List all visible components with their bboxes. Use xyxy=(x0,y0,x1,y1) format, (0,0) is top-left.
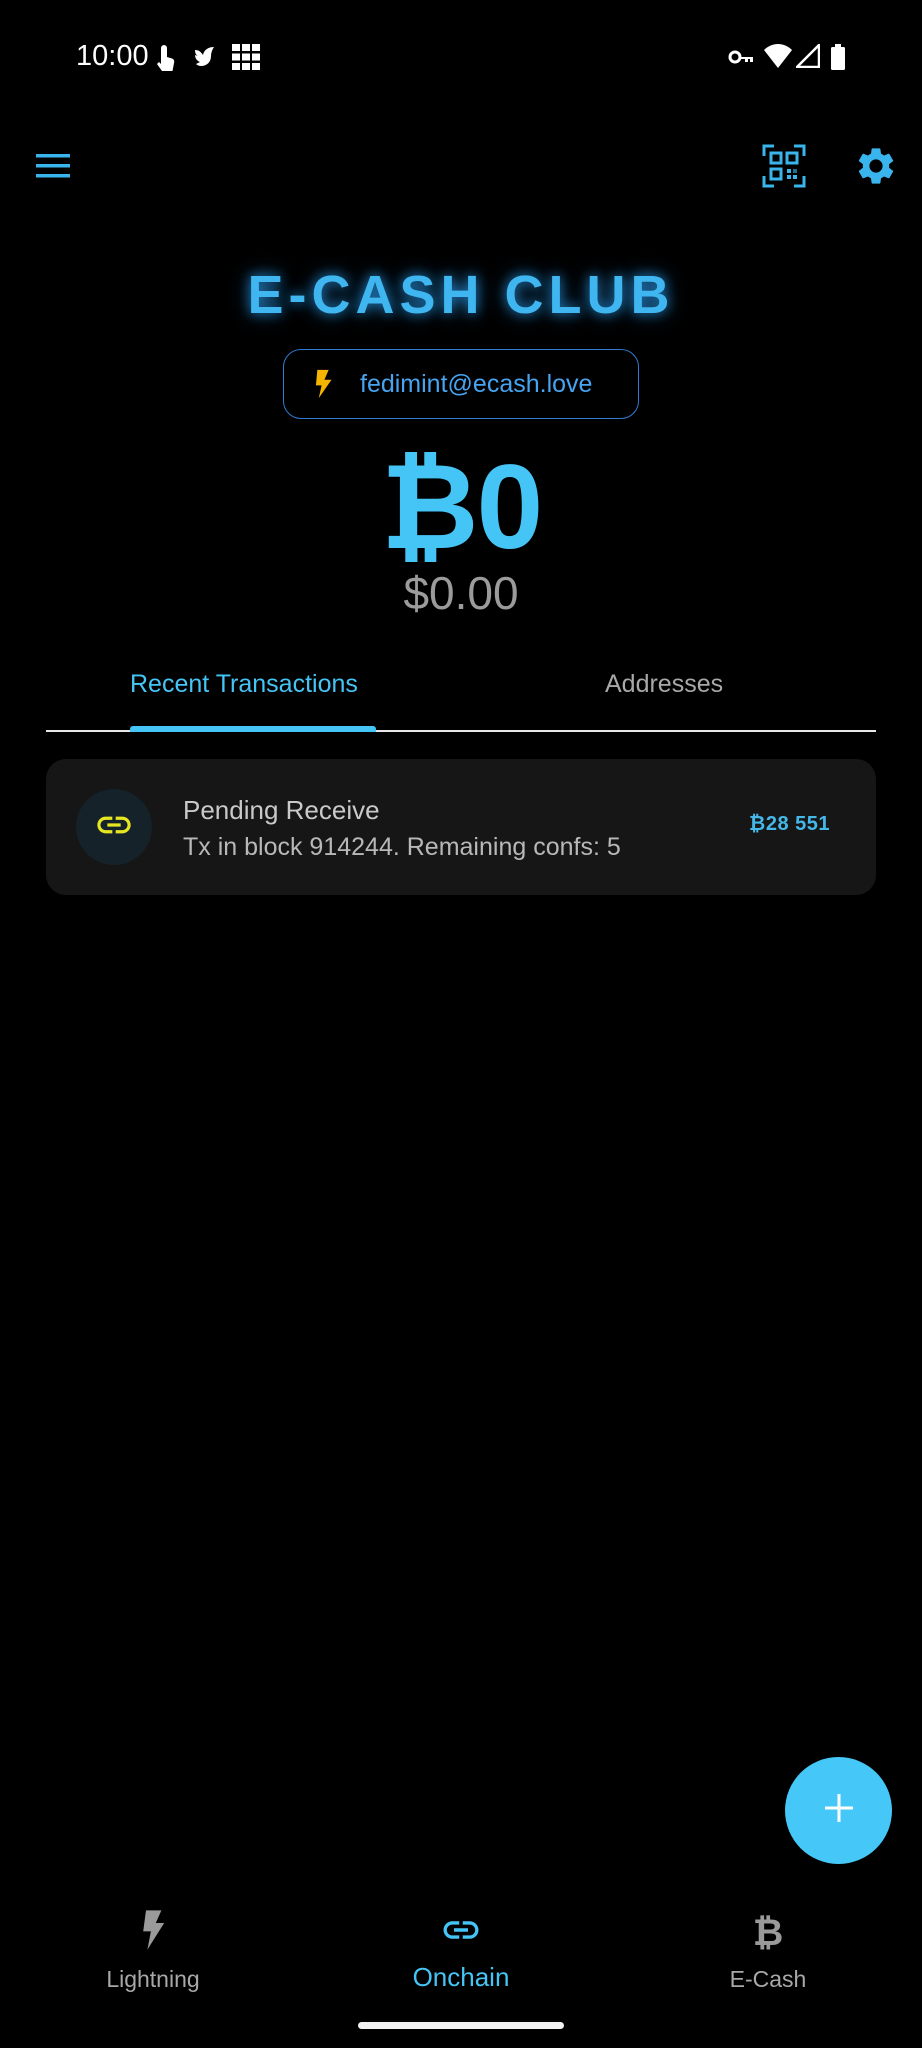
settings-button[interactable] xyxy=(854,144,898,188)
bolt-icon xyxy=(306,367,340,401)
lightning-address-button[interactable]: fedimint@ecash.love xyxy=(283,349,639,419)
wifi-icon xyxy=(764,44,792,73)
status-time: 10:00 xyxy=(76,40,149,72)
nav-onchain[interactable]: Onchain xyxy=(351,1880,571,1993)
active-tab-indicator xyxy=(130,726,376,732)
menu-icon xyxy=(30,154,76,190)
balance-fiat: $0.00 xyxy=(403,567,519,619)
battery-icon xyxy=(830,44,846,75)
tab-recent-transactions[interactable]: Recent Transactions xyxy=(130,670,358,699)
transaction-title: Pending Receive xyxy=(183,795,380,825)
plus-icon xyxy=(821,1790,857,1831)
link-icon xyxy=(440,1909,482,1956)
transaction-icon-badge xyxy=(76,789,152,865)
add-button[interactable] xyxy=(785,1757,892,1864)
transaction-subtitle: Tx in block 914244. Remaining confs: 5 xyxy=(183,833,621,861)
transaction-amount: ₿28 551 xyxy=(749,813,830,835)
link-icon xyxy=(94,805,134,850)
menu-button[interactable] xyxy=(30,146,76,186)
nav-onchain-label: Onchain xyxy=(412,1962,510,1992)
bolt-icon xyxy=(136,1909,170,1956)
grid-icon xyxy=(232,44,260,75)
touch-icon xyxy=(154,44,176,79)
nav-ecash-label: E-Cash xyxy=(729,1966,807,1992)
svg-text:₿: ₿ xyxy=(753,1911,783,1951)
nav-lightning-label: Lightning xyxy=(106,1966,200,1992)
bitcoin-icon: ₿ xyxy=(753,1910,784,1956)
bird-icon xyxy=(192,44,218,75)
transaction-row[interactable]: Pending Receive Tx in block 914244. Rema… xyxy=(46,759,876,895)
lightning-address: fedimint@ecash.love xyxy=(360,369,593,398)
settings-icon xyxy=(854,148,898,192)
home-indicator[interactable] xyxy=(358,2022,564,2029)
tab-bar: Recent Transactions Addresses xyxy=(46,648,876,732)
key-icon xyxy=(728,44,754,75)
bottom-navigation: Lightning Onchain ₿ E-Cash xyxy=(0,1880,922,2010)
tab-addresses[interactable]: Addresses xyxy=(605,670,723,699)
balance-btc: ₿0 xyxy=(380,440,544,574)
federation-name: E-CASH CLUB xyxy=(247,265,675,325)
nav-lightning[interactable]: Lightning xyxy=(43,1880,263,1993)
signal-icon xyxy=(793,41,821,73)
qr-scan-button[interactable] xyxy=(762,144,806,188)
status-bar: 10:00 xyxy=(0,0,922,115)
nav-ecash[interactable]: ₿ E-Cash xyxy=(658,1880,878,1993)
qr-scan-icon xyxy=(762,144,806,192)
